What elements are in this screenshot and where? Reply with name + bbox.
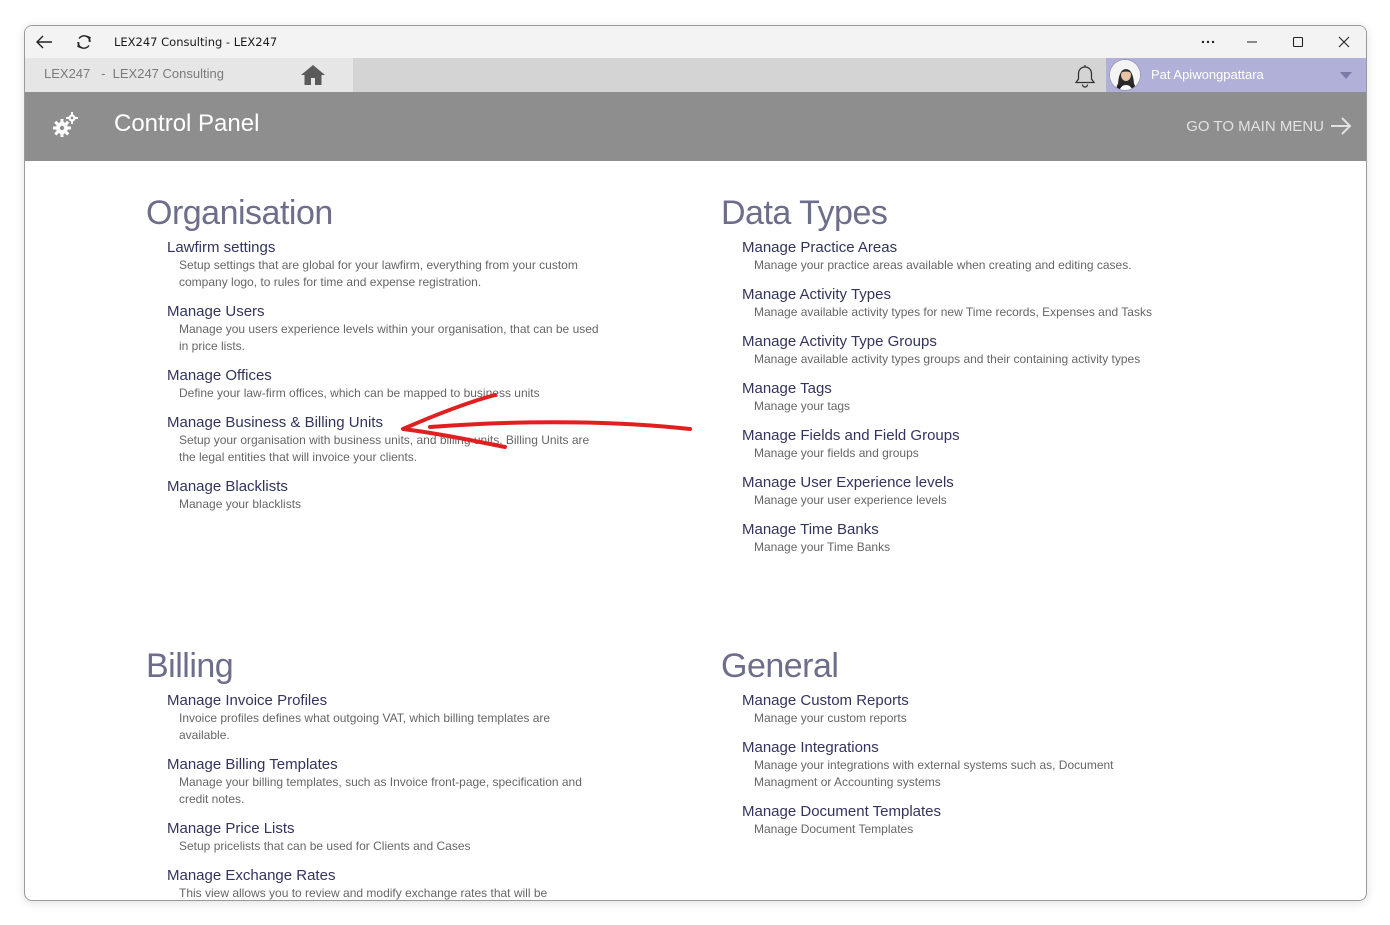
manage-fields-link[interactable]: Manage Fields and Field Groups xyxy=(742,426,1191,445)
bell-icon xyxy=(1074,65,1096,88)
list-item: Manage Billing Templates Manage your bil… xyxy=(167,755,616,808)
manage-activity-types-link[interactable]: Manage Activity Types xyxy=(742,285,1191,304)
manage-time-banks-link[interactable]: Manage Time Banks xyxy=(742,520,1191,539)
list-item: Manage Fields and Field Groups Manage yo… xyxy=(742,426,1191,462)
section-title: General xyxy=(721,647,839,685)
item-description: Manage your tags xyxy=(754,399,851,413)
manage-invoice-profiles-link[interactable]: Manage Invoice Profiles xyxy=(167,691,616,710)
item-description: Manage your custom reports xyxy=(754,711,907,725)
tab-strip: LEX247 - LEX247 Consulting Pat Apiwongpa… xyxy=(25,58,1366,92)
list-item: Manage Offices Define your law-firm offi… xyxy=(167,366,616,402)
manage-offices-link[interactable]: Manage Offices xyxy=(167,366,616,385)
item-description: Setup pricelists that can be used for Cl… xyxy=(179,839,471,853)
item-description: Manage your practice areas available whe… xyxy=(754,258,1132,272)
minimize-icon[interactable] xyxy=(1240,30,1264,54)
close-icon[interactable] xyxy=(1332,30,1356,54)
main-menu-label: GO TO MAIN MENU xyxy=(1186,117,1324,135)
back-arrow-icon[interactable] xyxy=(34,32,54,52)
manage-document-templates-link[interactable]: Manage Document Templates xyxy=(742,802,1191,821)
home-button[interactable] xyxy=(273,58,353,92)
section-title: Billing xyxy=(146,647,234,685)
list-item: Manage Practice Areas Manage your practi… xyxy=(742,238,1191,274)
item-description: Manage your user experience levels xyxy=(754,493,947,507)
section-data-types: Data Types Manage Practice Areas Manage … xyxy=(721,193,1191,567)
manage-activity-type-groups-link[interactable]: Manage Activity Type Groups xyxy=(742,332,1191,351)
notifications-button[interactable] xyxy=(1071,62,1099,90)
list-item: Manage Users Manage you users experience… xyxy=(167,302,616,355)
app-window: LEX247 Consulting - LEX247 LEX247 - LEX2… xyxy=(24,25,1367,901)
item-description: Invoice profiles defines what outgoing V… xyxy=(179,711,551,742)
refresh-icon[interactable] xyxy=(74,32,94,52)
item-description: Manage available activity types groups a… xyxy=(754,352,1141,366)
section-title: Data Types xyxy=(721,194,888,232)
list-item: Manage Tags Manage your tags xyxy=(742,379,1191,415)
manage-practice-areas-link[interactable]: Manage Practice Areas xyxy=(742,238,1191,257)
list-item: Manage User Experience levels Manage you… xyxy=(742,473,1191,509)
list-item: Manage Exchange Rates This view allows y… xyxy=(167,866,616,900)
section-title: Organisation xyxy=(146,194,333,232)
list-item: Lawfirm settings Setup settings that are… xyxy=(167,238,616,291)
avatar xyxy=(1109,59,1141,91)
item-description: Setup your organisation with business un… xyxy=(179,433,590,464)
item-description: Manage Document Templates xyxy=(754,822,914,836)
maximize-icon[interactable] xyxy=(1286,30,1310,54)
tab-lex247-consulting[interactable]: LEX247 - LEX247 Consulting xyxy=(25,58,273,92)
more-options-icon[interactable] xyxy=(1196,30,1220,54)
item-description: Setup settings that are global for your … xyxy=(179,258,578,289)
item-description: Define your law-firm offices, which can … xyxy=(179,386,540,400)
manage-user-experience-levels-link[interactable]: Manage User Experience levels xyxy=(742,473,1191,492)
list-item: Manage Time Banks Manage your Time Banks xyxy=(742,520,1191,556)
section-general: General Manage Custom Reports Manage you… xyxy=(721,646,1191,849)
list-item: Manage Business & Billing Units Setup yo… xyxy=(167,413,616,466)
list-item: Manage Custom Reports Manage your custom… xyxy=(742,691,1191,727)
list-item: Manage Activity Types Manage available a… xyxy=(742,285,1191,321)
item-description: Manage available activity types for new … xyxy=(754,305,1152,319)
manage-integrations-link[interactable]: Manage Integrations xyxy=(742,738,1191,757)
manage-exchange-rates-link[interactable]: Manage Exchange Rates xyxy=(167,866,616,885)
list-item: Manage Blacklists Manage your blacklists xyxy=(167,477,616,513)
section-billing: Billing Manage Invoice Profiles Invoice … xyxy=(146,646,616,900)
list-item: Manage Activity Type Groups Manage avail… xyxy=(742,332,1191,368)
go-to-main-menu-button[interactable]: GO TO MAIN MENU xyxy=(1186,116,1352,136)
lawfirm-settings-link[interactable]: Lawfirm settings xyxy=(167,238,616,257)
arrow-right-icon xyxy=(1331,117,1352,135)
item-description: Manage your blacklists xyxy=(179,497,302,511)
manage-tags-link[interactable]: Manage Tags xyxy=(742,379,1191,398)
list-item: Manage Invoice Profiles Invoice profiles… xyxy=(167,691,616,744)
item-description: Manage you users experience levels withi… xyxy=(179,322,599,353)
list-item: Manage Price Lists Setup pricelists that… xyxy=(167,819,616,855)
title-bar: LEX247 Consulting - LEX247 xyxy=(25,26,1366,58)
page-header: Control Panel GO TO MAIN MENU xyxy=(25,92,1366,161)
manage-blacklists-link[interactable]: Manage Blacklists xyxy=(167,477,616,496)
item-description: Manage your fields and groups xyxy=(754,446,919,460)
manage-users-link[interactable]: Manage Users xyxy=(167,302,616,321)
manage-billing-templates-link[interactable]: Manage Billing Templates xyxy=(167,755,616,774)
page-title: Control Panel xyxy=(114,110,260,137)
user-menu[interactable]: Pat Apiwongpattara xyxy=(1106,58,1366,92)
list-item: Manage Document Templates Manage Documen… xyxy=(742,802,1191,838)
item-description: Manage your integrations with external s… xyxy=(754,758,1114,789)
control-panel-content: Organisation Lawfirm settings Setup sett… xyxy=(25,161,1366,900)
home-icon xyxy=(301,65,325,85)
item-description: Manage your Time Banks xyxy=(754,540,891,554)
section-organisation: Organisation Lawfirm settings Setup sett… xyxy=(146,193,616,524)
item-description: This view allows you to review and modif… xyxy=(179,886,548,900)
item-description: Manage your billing templates, such as I… xyxy=(179,775,582,806)
user-name: Pat Apiwongpattara xyxy=(1151,67,1264,82)
list-item: Manage Integrations Manage your integrat… xyxy=(742,738,1191,791)
manage-custom-reports-link[interactable]: Manage Custom Reports xyxy=(742,691,1191,710)
tab-label: LEX247 - LEX247 Consulting xyxy=(44,66,224,81)
manage-price-lists-link[interactable]: Manage Price Lists xyxy=(167,819,616,838)
window-title: LEX247 Consulting - LEX247 xyxy=(114,35,278,49)
manage-business-billing-units-link[interactable]: Manage Business & Billing Units xyxy=(167,413,616,432)
chevron-down-icon[interactable] xyxy=(1340,72,1352,79)
gears-icon xyxy=(53,112,78,137)
